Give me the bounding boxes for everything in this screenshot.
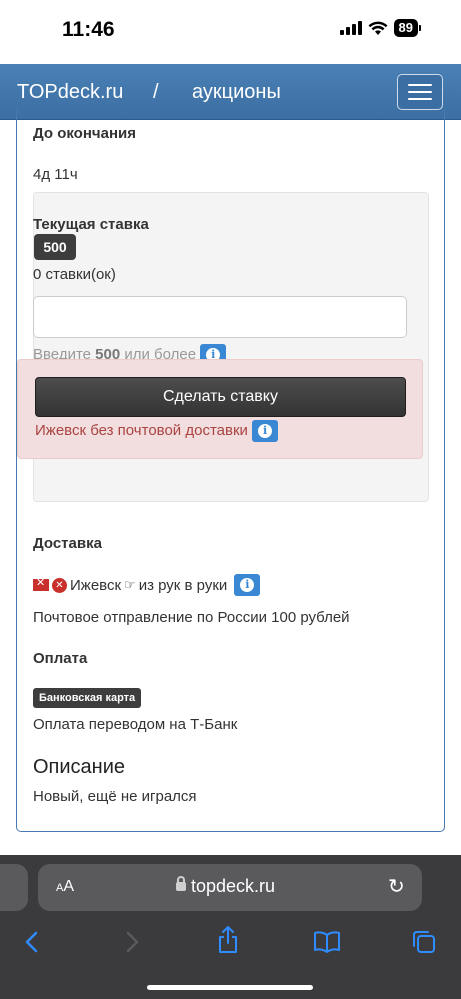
- lock-icon: [176, 876, 186, 891]
- battery-icon: 89: [393, 19, 421, 37]
- no-mail-icon: [33, 576, 49, 591]
- description-text: Новый, ещё не игрался: [33, 788, 197, 805]
- chevron-right-icon[interactable]: [122, 930, 142, 954]
- wifi-icon: [368, 21, 388, 35]
- bid-amount-input[interactable]: [33, 296, 407, 338]
- url-text: topdeck.ru: [191, 876, 276, 896]
- delivery-method-line: ✕ Ижевск ☞ из рук в руки i: [33, 574, 261, 596]
- current-bid-label: Текущая ставка: [33, 216, 149, 233]
- delivery-city: Ижевск: [70, 576, 122, 594]
- signal-icon: [339, 21, 362, 35]
- reader-settings-button[interactable]: AA: [56, 878, 74, 896]
- menu-toggle-button[interactable]: [397, 74, 443, 110]
- share-icon[interactable]: [216, 925, 240, 955]
- status-time: 11:46: [62, 18, 115, 41]
- place-bid-button[interactable]: Сделать ставку: [35, 377, 406, 417]
- hamburger-icon: [408, 84, 432, 86]
- post-delivery-text: Почтовое отправление по России 100 рубле…: [33, 609, 350, 626]
- delivery-heading: Доставка: [33, 535, 102, 552]
- payment-text: Оплата переводом на Т-Банк: [33, 716, 238, 733]
- browser-toolbar: AA topdeck.ru ↻: [0, 855, 461, 999]
- reload-icon[interactable]: ↻: [388, 874, 405, 899]
- home-indicator: [147, 985, 313, 990]
- hand-pointing-icon: ☞: [124, 577, 136, 592]
- info-icon: i: [258, 424, 273, 438]
- payment-method-badge: Банковская карта: [33, 688, 142, 708]
- url-display[interactable]: topdeck.ru: [176, 876, 275, 897]
- status-icons: 89: [339, 19, 421, 37]
- battery-level: 89: [393, 19, 418, 37]
- bids-count: 0 ставки(ок): [33, 266, 116, 283]
- breadcrumb-auctions-link[interactable]: аукционы: [192, 81, 281, 104]
- description-heading: Описание: [33, 756, 126, 778]
- breadcrumb-separator: /: [153, 81, 159, 103]
- ending-label: До окончания: [33, 125, 136, 142]
- x-circle-icon: ✕: [52, 577, 67, 593]
- brand-link[interactable]: TOPdeck.ru: [17, 81, 123, 104]
- tabs-icon[interactable]: [411, 929, 437, 955]
- book-icon[interactable]: [313, 931, 341, 953]
- chevron-left-icon[interactable]: [22, 930, 42, 954]
- alert-text: Ижевск без почтовой доставки: [35, 421, 248, 439]
- delivery-info-button[interactable]: i: [234, 574, 261, 596]
- ending-value: 4д 11ч: [33, 166, 78, 183]
- payment-heading: Оплата: [33, 650, 88, 667]
- info-icon: i: [240, 578, 255, 592]
- delivery-hand-text: из рук в руки: [138, 576, 228, 594]
- previous-tab-pill[interactable]: [0, 864, 28, 911]
- alert-message: Ижевск без почтовой доставки i: [35, 420, 279, 442]
- alert-info-button[interactable]: i: [252, 420, 279, 442]
- current-bid-badge: 500: [34, 234, 76, 260]
